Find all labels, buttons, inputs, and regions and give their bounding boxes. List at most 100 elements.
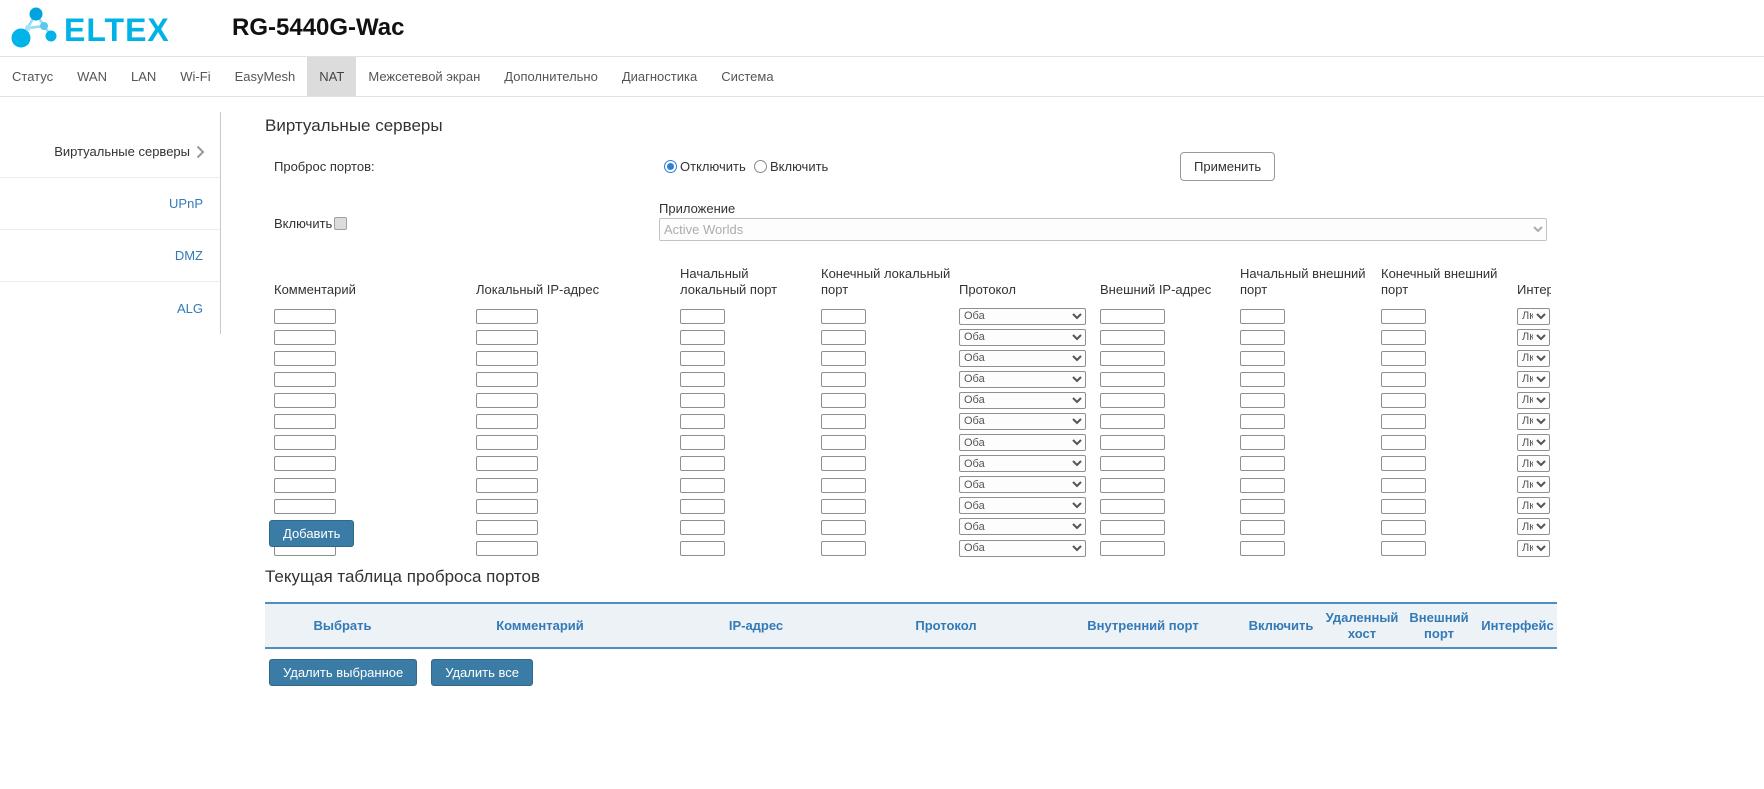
external-port-end-input[interactable] [1381, 478, 1426, 493]
external-port-start-input[interactable] [1240, 309, 1285, 324]
nav-tab-easymesh[interactable]: EasyMesh [223, 57, 308, 96]
interface-select[interactable]: Лк [1517, 455, 1550, 472]
local-ip-input[interactable] [476, 393, 538, 408]
interface-select[interactable]: Лк [1517, 540, 1550, 557]
comment-input[interactable] [274, 478, 336, 493]
protocol-select[interactable]: Оба [959, 434, 1086, 451]
disable-radio[interactable] [664, 160, 677, 173]
external-ip-input[interactable] [1100, 393, 1165, 408]
local-port-start-input[interactable] [680, 393, 725, 408]
local-port-start-input[interactable] [680, 414, 725, 429]
radio-option-disable[interactable]: Отключить [664, 152, 746, 181]
external-ip-input[interactable] [1100, 309, 1165, 324]
protocol-select[interactable]: Оба [959, 371, 1086, 388]
external-port-start-input[interactable] [1240, 330, 1285, 345]
sidebar-item[interactable]: ALG [0, 282, 220, 334]
local-port-start-input[interactable] [680, 456, 725, 471]
external-ip-input[interactable] [1100, 351, 1165, 366]
protocol-select[interactable]: Оба [959, 350, 1086, 367]
comment-input[interactable] [274, 372, 336, 387]
external-port-start-input[interactable] [1240, 351, 1285, 366]
interface-select[interactable]: Лк [1517, 497, 1550, 514]
sidebar-item[interactable]: Виртуальные серверы [0, 126, 220, 178]
local-port-end-input[interactable] [821, 330, 866, 345]
external-port-end-input[interactable] [1381, 541, 1426, 556]
interface-select[interactable]: Лк [1517, 413, 1550, 430]
external-port-end-input[interactable] [1381, 351, 1426, 366]
nav-tab-wan[interactable]: WAN [65, 57, 119, 96]
external-ip-input[interactable] [1100, 372, 1165, 387]
local-port-start-input[interactable] [680, 330, 725, 345]
enable-radio[interactable] [754, 160, 767, 173]
interface-select[interactable]: Лк [1517, 434, 1550, 451]
interface-select[interactable]: Лк [1517, 308, 1550, 325]
external-port-start-input[interactable] [1240, 520, 1285, 535]
local-port-start-input[interactable] [680, 435, 725, 450]
protocol-select[interactable]: Оба [959, 476, 1086, 493]
nav-tab-nat[interactable]: NAT [307, 57, 356, 96]
local-port-end-input[interactable] [821, 309, 866, 324]
local-port-end-input[interactable] [821, 393, 866, 408]
protocol-select[interactable]: Оба [959, 392, 1086, 409]
external-port-end-input[interactable] [1381, 499, 1426, 514]
enable-checkbox[interactable] [334, 217, 347, 230]
external-port-start-input[interactable] [1240, 499, 1285, 514]
protocol-select[interactable]: Оба [959, 497, 1086, 514]
comment-input[interactable] [274, 435, 336, 450]
local-port-start-input[interactable] [680, 541, 725, 556]
external-ip-input[interactable] [1100, 541, 1165, 556]
comment-input[interactable] [274, 393, 336, 408]
external-port-start-input[interactable] [1240, 541, 1285, 556]
local-port-end-input[interactable] [821, 520, 866, 535]
local-port-start-input[interactable] [680, 351, 725, 366]
nav-tab-система[interactable]: Система [709, 57, 785, 96]
comment-input[interactable] [274, 351, 336, 366]
local-port-end-input[interactable] [821, 478, 866, 493]
external-ip-input[interactable] [1100, 435, 1165, 450]
external-port-end-input[interactable] [1381, 520, 1426, 535]
comment-input[interactable] [274, 330, 336, 345]
nav-tab-диагностика[interactable]: Диагностика [610, 57, 709, 96]
interface-select[interactable]: Лк [1517, 371, 1550, 388]
local-ip-input[interactable] [476, 499, 538, 514]
external-port-start-input[interactable] [1240, 456, 1285, 471]
nav-tab-lan[interactable]: LAN [119, 57, 168, 96]
external-port-end-input[interactable] [1381, 330, 1426, 345]
sidebar-item[interactable]: DMZ [0, 230, 220, 282]
local-port-end-input[interactable] [821, 541, 866, 556]
external-port-start-input[interactable] [1240, 478, 1285, 493]
sidebar-item[interactable]: UPnP [0, 178, 220, 230]
external-port-start-input[interactable] [1240, 372, 1285, 387]
local-port-start-input[interactable] [680, 309, 725, 324]
local-ip-input[interactable] [476, 435, 538, 450]
local-port-end-input[interactable] [821, 372, 866, 387]
external-ip-input[interactable] [1100, 499, 1165, 514]
comment-input[interactable] [274, 456, 336, 471]
external-ip-input[interactable] [1100, 520, 1165, 535]
protocol-select[interactable]: Оба [959, 518, 1086, 535]
local-port-start-input[interactable] [680, 520, 725, 535]
protocol-select[interactable]: Оба [959, 308, 1086, 325]
external-ip-input[interactable] [1100, 478, 1165, 493]
local-ip-input[interactable] [476, 478, 538, 493]
application-select[interactable]: Active Worlds [659, 218, 1547, 241]
comment-input[interactable] [274, 414, 336, 429]
external-port-end-input[interactable] [1381, 456, 1426, 471]
interface-select[interactable]: Лк [1517, 476, 1550, 493]
nav-tab-межсетевой-экран[interactable]: Межсетевой экран [356, 57, 492, 96]
local-ip-input[interactable] [476, 372, 538, 387]
comment-input[interactable] [274, 499, 336, 514]
local-port-end-input[interactable] [821, 435, 866, 450]
local-ip-input[interactable] [476, 330, 538, 345]
comment-input[interactable] [274, 309, 336, 324]
local-port-start-input[interactable] [680, 372, 725, 387]
local-ip-input[interactable] [476, 414, 538, 429]
external-ip-input[interactable] [1100, 414, 1165, 429]
apply-button[interactable]: Применить [1180, 152, 1275, 181]
delete-selected-button[interactable]: Удалить выбранное [269, 659, 417, 686]
local-ip-input[interactable] [476, 456, 538, 471]
external-port-end-input[interactable] [1381, 393, 1426, 408]
external-port-start-input[interactable] [1240, 393, 1285, 408]
external-port-end-input[interactable] [1381, 372, 1426, 387]
nav-tab-wi-fi[interactable]: Wi-Fi [168, 57, 222, 96]
